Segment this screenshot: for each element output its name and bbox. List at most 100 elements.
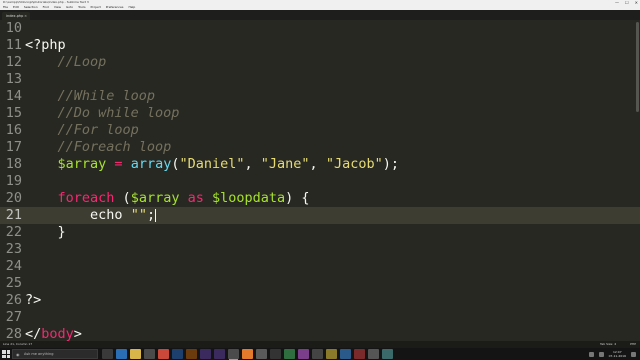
code-token: "" (130, 207, 147, 223)
code-token: ); (382, 156, 399, 172)
network-icon[interactable] (588, 351, 594, 357)
sublime-icon[interactable] (228, 349, 239, 360)
code-line[interactable]: 14 //While loop (0, 88, 640, 105)
syntax-indicator[interactable]: PHP (630, 341, 636, 348)
aftereffects-icon[interactable] (200, 349, 211, 359)
code-line[interactable]: 27 (0, 309, 640, 326)
app-18-icon[interactable] (340, 349, 351, 359)
code-line[interactable]: 24 (0, 258, 640, 275)
app-14-icon[interactable] (284, 349, 295, 359)
line-number: 23 (5, 241, 22, 257)
line-number: 11 (5, 37, 22, 53)
microphone-icon: ◉ (16, 352, 20, 357)
code-token: //Loop (57, 54, 107, 70)
code-token: ( (114, 190, 131, 206)
code-token: //Do while loop (57, 105, 180, 121)
code-token: "Jane" (260, 156, 310, 172)
code-token: = (106, 156, 131, 172)
code-line[interactable]: 15 //Do while loop (0, 105, 640, 122)
line-number: 16 (5, 122, 22, 138)
code-token: , (244, 156, 261, 172)
line-number: 18 (5, 156, 22, 172)
tab-size-indicator[interactable]: Tab Size: 4 (600, 341, 616, 348)
xampp-icon[interactable] (242, 349, 253, 359)
code-token: "Daniel" (179, 156, 245, 172)
line-number: 10 (5, 20, 22, 36)
code-line[interactable]: 12 //Loop (0, 54, 640, 71)
line-number: 25 (5, 275, 22, 291)
pinned-apps (102, 349, 393, 360)
code-token: ; (146, 207, 156, 223)
windows-start-icon[interactable] (2, 350, 10, 358)
chrome-icon[interactable] (158, 349, 169, 359)
code-line[interactable]: 17 //Foreach loop (0, 139, 640, 156)
app-20-icon[interactable] (368, 349, 379, 359)
cmd-icon[interactable] (270, 349, 281, 359)
code-text: //Do while loop (25, 105, 180, 122)
tab-index-php[interactable]: index.php × (2, 12, 30, 20)
line-number: 28 (5, 326, 22, 341)
cursor-position: Line 21, Column 17 (3, 342, 33, 346)
line-number: 12 (5, 54, 22, 70)
code-line[interactable]: 11 <?php (0, 37, 640, 54)
code-token: as (179, 190, 212, 206)
code-line[interactable]: 18 $array = array("Daniel", "Jane", "Jac… (0, 156, 640, 173)
code-text: //Foreach loop (25, 139, 172, 156)
code-line[interactable]: 28 </body> (0, 326, 640, 341)
taskbar-search-box[interactable]: ◉ Ask me anything (12, 349, 98, 359)
code-line[interactable]: 23 (0, 241, 640, 258)
task-view-icon[interactable] (102, 349, 113, 359)
code-token: body (41, 326, 74, 341)
code-text: echo ""; (25, 207, 157, 224)
code-line[interactable]: 10 (0, 20, 640, 37)
code-editor[interactable]: 10 11 <?php 12 //Loop 13 14 //While loop 15 //… (0, 20, 640, 341)
notifications-icon[interactable] (631, 351, 636, 357)
code-text: //While loop (25, 88, 156, 105)
line-number: 27 (5, 309, 22, 325)
tab-bar: index.php × (0, 10, 640, 20)
tab-close-icon[interactable]: × (24, 12, 27, 20)
clock-date: 07-11-2016 (608, 354, 626, 358)
code-token: , (309, 156, 326, 172)
code-line[interactable]: 22 } (0, 224, 640, 241)
code-text: $array = array("Daniel", "Jane", "Jacob"… (25, 156, 399, 173)
app-19-icon[interactable] (354, 349, 365, 359)
code-line[interactable]: 20 foreach ($array as $loopdata) { (0, 190, 640, 207)
file-explorer-icon[interactable] (130, 349, 141, 359)
line-number: 14 (5, 88, 22, 104)
app-15-icon[interactable] (298, 349, 309, 359)
text-cursor (155, 208, 157, 222)
volume-icon[interactable] (598, 351, 604, 357)
code-line[interactable]: 13 (0, 71, 640, 88)
code-line[interactable]: 16 //For loop (0, 122, 640, 139)
app-17-icon[interactable] (326, 349, 337, 359)
code-token: foreach (57, 190, 115, 206)
code-line[interactable]: 21 echo ""; (0, 207, 640, 224)
status-bar: Line 21, Column 17 Tab Size: 4 PHP (0, 341, 640, 348)
store-icon[interactable] (144, 349, 155, 359)
edge-icon[interactable] (116, 349, 127, 359)
photoshop-icon[interactable] (172, 349, 183, 359)
line-number: 17 (5, 139, 22, 155)
premiere-icon[interactable] (214, 349, 225, 359)
editor-scrollbar[interactable] (636, 22, 639, 112)
app-21-icon[interactable] (382, 349, 393, 359)
code-line[interactable]: 19 (0, 173, 640, 190)
code-token: } (57, 224, 66, 240)
line-number: 24 (5, 258, 22, 274)
code-token: array (130, 156, 172, 172)
obs-icon[interactable] (256, 349, 267, 359)
app-16-icon[interactable] (312, 349, 323, 359)
code-token: > (73, 326, 82, 341)
illustrator-icon[interactable] (186, 349, 197, 359)
code-line[interactable]: 26 ?> (0, 292, 640, 309)
clock[interactable]: 12:07 07-11-2016 (609, 350, 626, 358)
code-token: //For loop (57, 122, 139, 138)
code-line[interactable]: 25 (0, 275, 640, 292)
code-token: $array (130, 190, 180, 206)
